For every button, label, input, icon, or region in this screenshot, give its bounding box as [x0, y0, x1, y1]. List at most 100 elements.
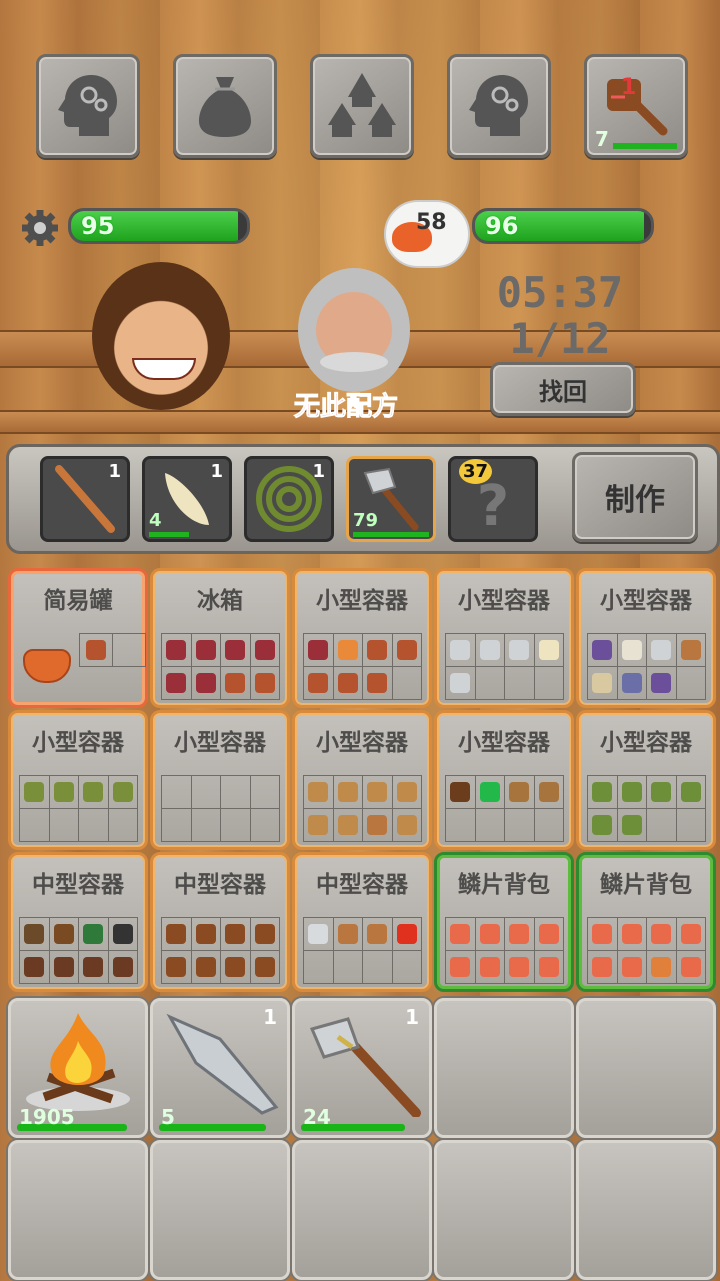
container-slot[interactable] — [250, 809, 280, 842]
container-slot[interactable] — [304, 667, 334, 700]
container-slot[interactable] — [446, 918, 476, 951]
container-slot[interactable] — [49, 776, 79, 809]
container-slot[interactable] — [446, 667, 476, 700]
container-slot[interactable] — [304, 809, 334, 842]
container-slot[interactable] — [304, 951, 334, 984]
container-slot[interactable] — [333, 918, 363, 951]
container-slot[interactable] — [392, 918, 422, 951]
container-slot[interactable] — [475, 776, 505, 809]
container-slot[interactable] — [505, 776, 535, 809]
container-slot[interactable] — [617, 634, 647, 667]
container-slot[interactable] — [108, 809, 138, 842]
container-slot[interactable] — [676, 634, 706, 667]
container-slot[interactable] — [617, 776, 647, 809]
container-slot[interactable] — [392, 809, 422, 842]
container-slot[interactable] — [475, 634, 505, 667]
container-9[interactable]: 小型容器 — [434, 710, 574, 850]
craft-slot-1[interactable]: 1 — [40, 456, 130, 542]
container-slot[interactable] — [617, 951, 647, 984]
container-slot[interactable] — [191, 918, 221, 951]
skills-button-2[interactable] — [447, 54, 551, 158]
inventory-slot-8[interactable] — [292, 1140, 432, 1280]
container-slot[interactable] — [647, 667, 677, 700]
container-7[interactable]: 小型容器 — [150, 710, 290, 850]
container-slot[interactable] — [392, 667, 422, 700]
container-slot[interactable] — [20, 776, 50, 809]
container-slot[interactable] — [475, 951, 505, 984]
container-11[interactable]: 中型容器 — [8, 852, 148, 992]
container-slot[interactable] — [333, 634, 363, 667]
container-slot[interactable] — [221, 809, 251, 842]
container-slot[interactable] — [676, 918, 706, 951]
container-slot[interactable] — [588, 918, 618, 951]
find-button[interactable]: 找回 — [490, 362, 636, 416]
container-4[interactable]: 小型容器 — [434, 568, 574, 708]
craft-button[interactable]: 制作 — [572, 452, 698, 542]
container-slot[interactable] — [191, 667, 221, 700]
container-slot[interactable] — [617, 809, 647, 842]
container-slot[interactable] — [647, 776, 677, 809]
container-slot[interactable] — [392, 634, 422, 667]
container-slot[interactable] — [108, 951, 138, 984]
container-13[interactable]: 中型容器 — [292, 852, 432, 992]
container-slot[interactable] — [676, 809, 706, 842]
player-avatar[interactable] — [92, 262, 230, 410]
container-slot[interactable] — [647, 951, 677, 984]
container-slot[interactable] — [676, 776, 706, 809]
container-slot[interactable] — [20, 809, 50, 842]
container-15[interactable]: 鳞片背包 — [576, 852, 716, 992]
container-slot[interactable] — [363, 634, 393, 667]
container-slot[interactable] — [534, 634, 564, 667]
container-slot[interactable] — [505, 918, 535, 951]
container-slot[interactable] — [250, 634, 280, 667]
container-slot[interactable] — [505, 634, 535, 667]
container-slot[interactable] — [617, 667, 647, 700]
container-slot[interactable] — [221, 667, 251, 700]
container-1[interactable]: 简易罐 — [8, 568, 148, 708]
container-slot[interactable] — [647, 809, 677, 842]
inventory-slot-6[interactable] — [8, 1140, 148, 1280]
container-slot[interactable] — [505, 809, 535, 842]
inventory-slot-10[interactable] — [576, 1140, 716, 1280]
village-button[interactable] — [310, 54, 414, 158]
container-slot[interactable] — [162, 918, 192, 951]
container-slot[interactable] — [162, 951, 192, 984]
container-slot[interactable] — [250, 951, 280, 984]
container-slot[interactable] — [221, 634, 251, 667]
container-slot[interactable] — [333, 667, 363, 700]
container-slot[interactable] — [79, 951, 109, 984]
container-slot[interactable] — [392, 951, 422, 984]
container-slot[interactable] — [676, 951, 706, 984]
container-slot[interactable] — [191, 776, 221, 809]
container-slot[interactable] — [647, 918, 677, 951]
container-slot[interactable] — [79, 776, 109, 809]
container-10[interactable]: 小型容器 — [576, 710, 716, 850]
container-slot[interactable] — [108, 776, 138, 809]
settings-gear-icon[interactable] — [20, 208, 60, 248]
container-slot[interactable] — [534, 918, 564, 951]
container-slot[interactable] — [250, 918, 280, 951]
inventory-slot-3[interactable]: 1 24 — [292, 998, 432, 1138]
container-slot[interactable] — [534, 667, 564, 700]
craft-slot-2[interactable]: 1 4 — [142, 456, 232, 542]
container-slot[interactable] — [617, 918, 647, 951]
container-slot[interactable] — [475, 809, 505, 842]
container-slot[interactable] — [363, 667, 393, 700]
container-2[interactable]: 冰箱 — [150, 568, 290, 708]
container-slot[interactable] — [304, 634, 334, 667]
bag-button[interactable] — [173, 54, 277, 158]
container-slot[interactable] — [191, 951, 221, 984]
container-slot[interactable] — [647, 634, 677, 667]
container-6[interactable]: 小型容器 — [8, 710, 148, 850]
craft-slot-5[interactable]: ? 37 — [448, 456, 538, 542]
container-slot[interactable] — [333, 776, 363, 809]
container-slot[interactable] — [446, 634, 476, 667]
container-slot[interactable] — [534, 776, 564, 809]
container-slot[interactable] — [250, 776, 280, 809]
container-slot[interactable] — [49, 809, 79, 842]
container-slot[interactable] — [20, 951, 50, 984]
container-slot[interactable] — [191, 634, 221, 667]
inventory-slot-9[interactable] — [434, 1140, 574, 1280]
container-12[interactable]: 中型容器 — [150, 852, 290, 992]
container-slot[interactable] — [221, 776, 251, 809]
